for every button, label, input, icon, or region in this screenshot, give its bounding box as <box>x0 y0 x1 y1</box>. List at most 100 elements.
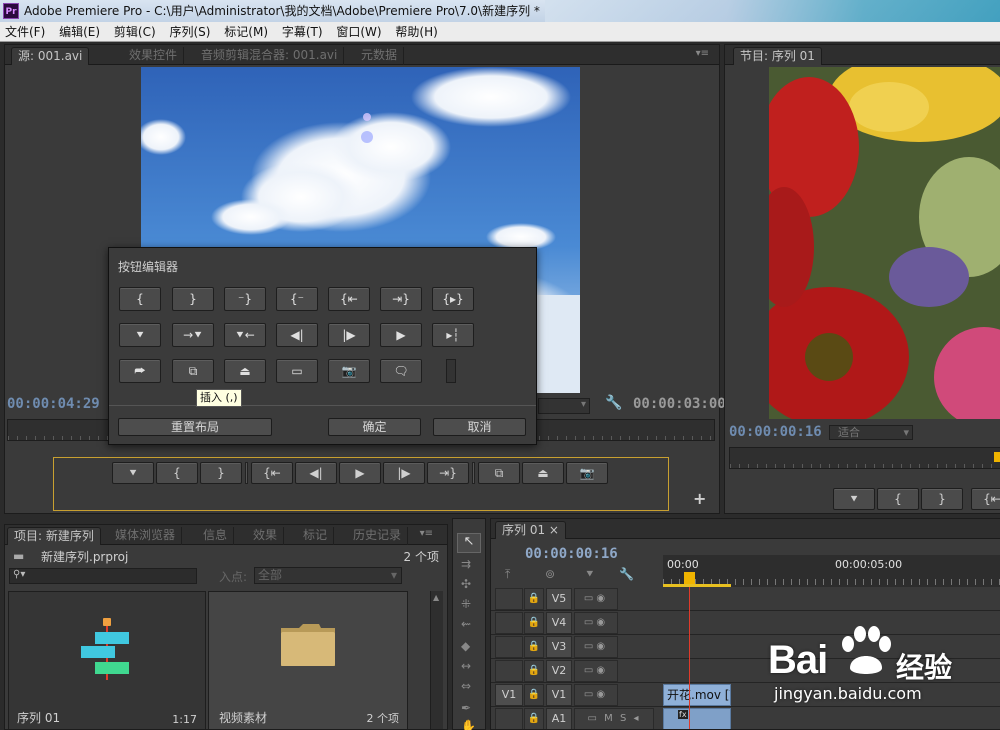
editor-step-back-button[interactable]: ◀| <box>276 323 318 347</box>
lock-icon[interactable]: 🔒 <box>524 660 544 682</box>
source-patch-empty[interactable] <box>495 660 523 682</box>
lock-icon[interactable]: 🔒 <box>524 588 544 610</box>
tab-media-browser[interactable]: 媒体浏览器 <box>109 527 183 545</box>
tab-project[interactable]: 项目: 新建序列 <box>7 527 101 545</box>
tab-history[interactable]: 历史记录 <box>347 527 409 545</box>
go-to-out-button[interactable]: ⇥} <box>427 462 469 484</box>
in-point-select[interactable]: 全部 ▾ <box>254 567 402 584</box>
tab-markers[interactable]: 标记 <box>297 527 335 545</box>
program-fit-select[interactable]: 适合 ▾ <box>829 425 913 440</box>
menu-title[interactable]: 字幕(T) <box>277 22 328 42</box>
editor-clear-out-button[interactable]: {⁻ <box>276 287 318 311</box>
tab-sequence[interactable]: 序列 01 × <box>495 521 566 539</box>
track-v5-toggles[interactable]: ▭◉ <box>574 588 618 610</box>
video-clip[interactable]: 开花.mov [V] <box>663 684 731 706</box>
mute-solo-toggles[interactable]: M S <box>604 713 628 724</box>
playhead-handle[interactable] <box>684 572 695 584</box>
editor-marker-button[interactable]: ⯆ <box>119 323 161 347</box>
source-patch-empty[interactable] <box>495 588 523 610</box>
source-patch-empty[interactable] <box>495 636 523 658</box>
editor-play-button[interactable]: ▶ <box>380 323 422 347</box>
cancel-button[interactable]: 取消 <box>433 418 526 436</box>
tab-effects[interactable]: 效果 <box>247 527 285 545</box>
lock-icon[interactable]: 🔒 <box>524 684 544 706</box>
ok-button[interactable]: 确定 <box>328 418 421 436</box>
go-to-in-button[interactable]: {⇤ <box>251 462 293 484</box>
program-mark-out-button[interactable]: } <box>921 488 963 510</box>
menu-sequence[interactable]: 序列(S) <box>164 22 215 42</box>
track-v5-label[interactable]: V5 <box>546 588 572 610</box>
slide-tool-icon[interactable]: ⇔ <box>461 679 471 693</box>
add-marker-icon[interactable]: ⯆ <box>585 567 595 582</box>
track-select-tool-icon[interactable]: ⇉ <box>461 557 471 571</box>
project-item-folder[interactable]: 视频素材 2 个项 <box>208 591 408 729</box>
audio-clip[interactable]: fx <box>663 708 731 729</box>
menu-file[interactable]: 文件(F) <box>0 22 50 42</box>
selection-tool-icon[interactable]: ↖ <box>457 533 481 553</box>
overwrite-button[interactable]: ⏏ <box>522 462 564 484</box>
editor-safe-margins-button[interactable]: ▭ <box>276 359 318 383</box>
editor-insert-button[interactable]: ⧉ <box>172 359 214 383</box>
project-search-input[interactable]: ⚲▾ <box>9 568 197 584</box>
editor-go-to-out-button[interactable]: ⇥} <box>380 287 422 311</box>
tab-program[interactable]: 节目: 序列 01 <box>733 47 822 65</box>
play-button[interactable]: ▶ <box>339 462 381 484</box>
editor-mark-in-button[interactable]: { <box>119 287 161 311</box>
editor-next-marker-button[interactable]: →⯆ <box>172 323 214 347</box>
pen-tool-icon[interactable]: ✒ <box>461 701 471 715</box>
program-mark-in-button[interactable]: { <box>877 488 919 510</box>
source-patch-empty[interactable] <box>495 612 523 634</box>
program-current-timecode[interactable]: 00:00:00:16 <box>729 424 822 440</box>
export-frame-button[interactable]: 📷 <box>566 462 608 484</box>
track-v3-label[interactable]: V3 <box>546 636 572 658</box>
snap-icon[interactable]: ⤒ <box>505 567 510 582</box>
rolling-edit-tool-icon[interactable]: ⁜ <box>461 597 471 611</box>
add-button-plus-icon[interactable]: + <box>693 489 706 508</box>
menu-help[interactable]: 帮助(H) <box>390 22 442 42</box>
lock-icon[interactable]: 🔒 <box>524 636 544 658</box>
step-forward-button[interactable]: |▶ <box>383 462 425 484</box>
project-scrollbar[interactable]: ▲ <box>430 591 443 729</box>
reset-layout-button[interactable]: 重置布局 <box>118 418 272 436</box>
menu-edit[interactable]: 编辑(E) <box>54 22 105 42</box>
program-marker-button[interactable]: ⯆ <box>833 488 875 510</box>
razor-tool-icon[interactable]: ◆ <box>461 639 470 653</box>
wrench-icon[interactable]: 🔧 <box>605 395 622 411</box>
rate-stretch-tool-icon[interactable]: ⇜ <box>461 617 471 631</box>
program-go-to-in-button[interactable]: {⇤ <box>971 488 1000 510</box>
ripple-edit-tool-icon[interactable]: ✣ <box>461 577 471 591</box>
editor-loop-button[interactable]: ⮫ <box>119 359 161 383</box>
editor-overwrite-button[interactable]: ⏏ <box>224 359 266 383</box>
linked-selection-icon[interactable]: ⊚ <box>545 567 555 581</box>
timeline-current-timecode[interactable]: 00:00:00:16 <box>525 546 618 562</box>
track-v2-toggles[interactable]: ▭◉ <box>574 660 618 682</box>
wrench-icon[interactable]: 🔧 <box>619 567 634 581</box>
editor-clear-in-button[interactable]: ⁻} <box>224 287 266 311</box>
tab-info[interactable]: 信息 <box>197 527 235 545</box>
hand-tool-icon[interactable]: ✋ <box>461 719 476 730</box>
track-v2-label[interactable]: V2 <box>546 660 572 682</box>
mark-out-button[interactable]: } <box>200 462 242 484</box>
editor-play-around-button[interactable]: ▸┆ <box>432 323 474 347</box>
source-patch-v1[interactable]: V1 <box>495 684 523 706</box>
timeline-ruler[interactable]: 00:00 00:00:05:00 <box>663 555 1000 587</box>
editor-closed-caption-button[interactable]: 🗨 <box>380 359 422 383</box>
project-item-sequence[interactable]: 序列 01 1:17 <box>8 591 206 729</box>
editor-mark-out-button[interactable]: } <box>172 287 214 311</box>
slip-tool-icon[interactable]: ↔ <box>461 659 471 673</box>
track-a1-label[interactable]: A1 <box>546 708 572 729</box>
track-v1-toggles[interactable]: ▭◉ <box>574 684 618 706</box>
program-time-ruler[interactable] <box>729 447 1000 469</box>
mark-in-button[interactable]: { <box>156 462 198 484</box>
editor-prev-marker-button[interactable]: ⯆← <box>224 323 266 347</box>
insert-button[interactable]: ⧉ <box>478 462 520 484</box>
track-v4-label[interactable]: V4 <box>546 612 572 634</box>
track-v4-toggles[interactable]: ▭◉ <box>574 612 618 634</box>
close-icon[interactable]: × <box>549 523 559 537</box>
lock-icon[interactable]: 🔒 <box>524 612 544 634</box>
step-back-button[interactable]: ◀| <box>295 462 337 484</box>
tab-audio-clip-mixer[interactable]: 音频剪辑混合器: 001.avi <box>195 47 345 65</box>
editor-step-forward-button[interactable]: |▶ <box>328 323 370 347</box>
panel-menu-icon[interactable]: ▾≡ <box>420 528 433 539</box>
menu-window[interactable]: 窗口(W) <box>331 22 386 42</box>
